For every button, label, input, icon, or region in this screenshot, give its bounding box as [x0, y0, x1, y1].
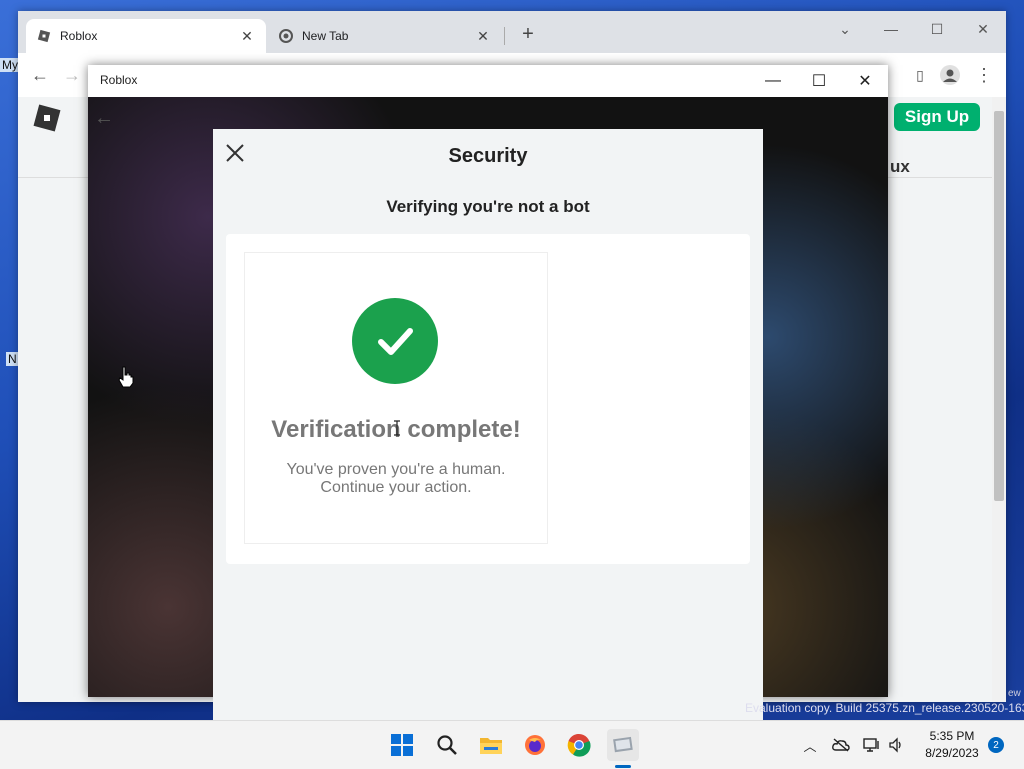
maximize-button[interactable]: ☐ [914, 15, 960, 43]
desktop-icon-label[interactable]: My [0, 58, 20, 72]
roblox-logo-icon[interactable] [32, 103, 62, 138]
new-tab-button[interactable]: + [516, 23, 540, 47]
popup-close-button[interactable]: ✕ [842, 65, 888, 97]
roblox-taskbar-icon[interactable] [607, 729, 639, 761]
onedrive-offline-icon[interactable] [831, 735, 851, 755]
start-windows-icon[interactable] [386, 729, 418, 761]
modal-subtitle: Verifying you're not a bot [386, 197, 590, 216]
evaluation-watermark: Evaluation copy. Build 25375.zn_release.… [745, 701, 1024, 715]
popup-titlebar: Roblox — ☐ ✕ [88, 65, 888, 98]
popup-maximize-button[interactable]: ☐ [796, 65, 842, 97]
popup-title: Roblox [100, 73, 138, 87]
side-panel-icon[interactable]: ▯ [906, 61, 934, 89]
close-tab-icon[interactable]: ✕ [238, 28, 256, 45]
roblox-popup-window: Roblox — ☐ ✕ ← Security Verifying you're… [88, 65, 888, 729]
modal-title: Security [448, 145, 528, 167]
sign-up-button[interactable]: Sign Up [894, 103, 980, 131]
forward-icon[interactable]: → [58, 61, 86, 89]
back-arrow-icon[interactable]: ← [94, 107, 114, 130]
taskbar: ︿ 5:35 PM 8/29/2023 2 [0, 720, 1024, 769]
popup-minimize-button[interactable]: — [750, 65, 796, 97]
firefox-icon[interactable] [519, 729, 551, 761]
clock-time[interactable]: 5:35 PM [920, 729, 984, 743]
verification-message: You've proven you're a human. [286, 461, 506, 478]
dimmed-backdrop: ← Security Verifying you're not a bot Ve… [88, 97, 888, 729]
close-tab-icon[interactable]: ✕ [474, 28, 492, 45]
text-cursor-icon [393, 420, 401, 441]
chrome-icon[interactable] [563, 729, 595, 761]
tab-new-tab[interactable]: New Tab ✕ [268, 19, 502, 53]
hand-pointer-cursor-icon [118, 366, 134, 393]
desktop-fragment: ew [1008, 688, 1021, 699]
clock-date[interactable]: 8/29/2023 [920, 746, 984, 760]
tab-title: New Tab [302, 29, 349, 43]
tab-title: Roblox [60, 29, 98, 43]
back-icon[interactable]: ← [26, 61, 54, 89]
tab-strip: Roblox ✕ New Tab ✕ + ⌄ — ☐ ✕ [18, 11, 1006, 53]
verification-panel: Verification complete! You've proven you… [244, 252, 548, 544]
profile-icon[interactable] [936, 61, 964, 89]
minimize-button[interactable]: — [868, 15, 914, 43]
scrollbar-thumb[interactable] [994, 111, 1004, 501]
menu-kebab-icon[interactable]: ⋮ [970, 61, 998, 89]
network-icon[interactable] [862, 735, 882, 755]
security-modal: Security Verifying you're not a bot Veri… [213, 129, 763, 729]
show-hidden-icons-icon[interactable]: ︿ [800, 735, 820, 755]
nav-item-robux[interactable]: ux [890, 157, 910, 177]
volume-icon[interactable] [886, 735, 906, 755]
file-explorer-icon[interactable] [475, 729, 507, 761]
challenge-card: Verification complete! You've proven you… [226, 234, 750, 564]
tab-roblox[interactable]: Roblox ✕ [26, 19, 266, 53]
tab-search-icon[interactable]: ⌄ [822, 15, 868, 43]
search-icon[interactable] [431, 729, 463, 761]
close-button[interactable]: ✕ [960, 15, 1006, 43]
desktop-icon-label[interactable]: N [6, 352, 19, 366]
roblox-favicon-icon [36, 28, 52, 44]
success-check-icon [352, 298, 438, 384]
chrome-favicon-icon [278, 28, 294, 44]
verification-message: Continue your action. [320, 479, 472, 496]
notification-badge[interactable]: 2 [988, 737, 1004, 753]
tab-divider [504, 27, 505, 45]
